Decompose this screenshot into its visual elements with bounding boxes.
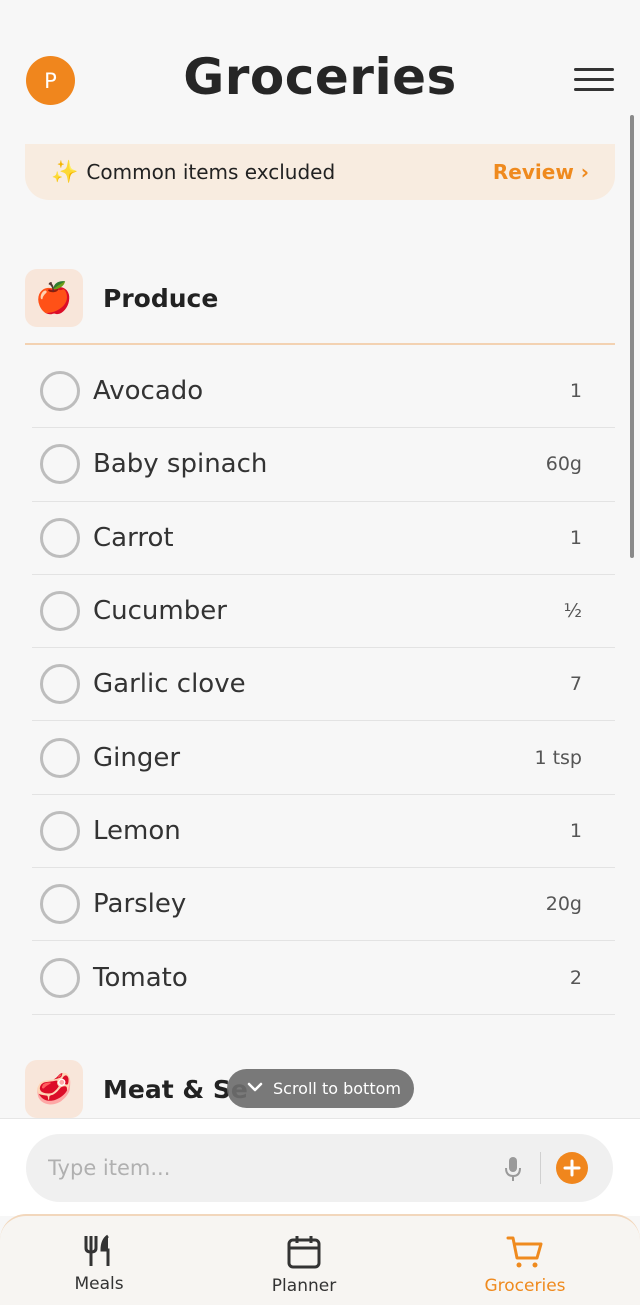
apple-icon: 🍎 xyxy=(25,269,83,327)
item-name: Avocado xyxy=(93,376,204,407)
list-item[interactable]: Parsley 20g xyxy=(32,868,615,942)
input-container xyxy=(26,1134,613,1202)
tab-groceries[interactable]: Groceries xyxy=(450,1234,600,1296)
checkbox[interactable] xyxy=(40,517,80,558)
list-item[interactable]: Cucumber ½ xyxy=(32,575,615,649)
item-quantity: 1 xyxy=(569,819,582,842)
checkbox[interactable] xyxy=(40,664,80,705)
checkbox[interactable] xyxy=(40,810,80,851)
add-item-button[interactable] xyxy=(556,1152,588,1184)
item-quantity: 60g xyxy=(545,453,582,476)
list-item[interactable]: Lemon 1 xyxy=(32,795,615,869)
microphone-icon[interactable] xyxy=(504,1155,522,1183)
item-quantity: 1 xyxy=(569,380,582,403)
toast-label: Scroll to bottom xyxy=(273,1079,401,1098)
item-quantity: 2 xyxy=(569,966,582,989)
calendar-icon xyxy=(229,1234,379,1270)
checkbox[interactable] xyxy=(40,884,80,925)
banner-text: Common items excluded xyxy=(86,160,336,184)
input-divider xyxy=(540,1152,541,1184)
category-divider xyxy=(25,343,615,345)
tab-label: Groceries xyxy=(484,1276,566,1296)
header: P Groceries xyxy=(0,0,640,140)
item-name: Tomato xyxy=(93,962,188,993)
category-label: Produce xyxy=(103,283,219,313)
item-input[interactable] xyxy=(48,1134,478,1202)
item-quantity: ½ xyxy=(563,600,582,623)
tab-label: Planner xyxy=(271,1276,337,1296)
item-name: Garlic clove xyxy=(93,669,246,700)
item-quantity: 20g xyxy=(545,893,582,916)
list-item[interactable]: Avocado 1 xyxy=(32,355,615,429)
add-item-bar xyxy=(0,1118,640,1216)
list-item[interactable]: Ginger 1 tsp xyxy=(32,721,615,795)
fork-knife-icon xyxy=(24,1234,174,1268)
list-item[interactable]: Garlic clove 7 xyxy=(32,648,615,722)
review-link[interactable]: Review › xyxy=(493,160,589,184)
chevron-down-icon xyxy=(247,1081,263,1097)
cart-icon xyxy=(450,1234,600,1270)
item-name: Parsley xyxy=(93,889,187,920)
item-quantity: 7 xyxy=(569,673,582,696)
scroll-to-bottom-button[interactable]: Scroll to bottom xyxy=(227,1069,414,1108)
menu-icon[interactable] xyxy=(574,66,614,94)
checkbox[interactable] xyxy=(40,591,80,632)
list-item[interactable]: Tomato 2 xyxy=(32,941,615,1015)
item-quantity: 1 xyxy=(569,526,582,549)
tab-planner[interactable]: Planner xyxy=(229,1234,379,1296)
tab-meals[interactable]: Meals xyxy=(24,1234,174,1294)
tab-label: Meals xyxy=(74,1274,124,1294)
checkbox[interactable] xyxy=(40,371,80,412)
list-item[interactable]: Carrot 1 xyxy=(32,502,615,575)
item-quantity: 1 tsp xyxy=(534,746,582,769)
item-name: Lemon xyxy=(93,815,181,846)
item-name: Baby spinach xyxy=(93,449,268,480)
excluded-items-banner[interactable]: ✨ Common items excluded Review › xyxy=(25,144,615,200)
sparkles-icon: ✨ xyxy=(51,159,79,185)
item-name: Ginger xyxy=(93,742,181,773)
grocery-list: Avocado 1 Baby spinach 60g Carrot 1 Cucu… xyxy=(32,355,615,1015)
checkbox[interactable] xyxy=(40,957,80,998)
checkbox[interactable] xyxy=(40,737,80,778)
bottom-tab-bar: Meals Planner Groceries xyxy=(0,1214,640,1305)
page-title: Groceries xyxy=(183,48,457,106)
list-item[interactable]: Baby spinach 60g xyxy=(32,428,615,502)
item-name: Cucumber xyxy=(93,596,227,627)
scrollbar[interactable] xyxy=(630,115,634,558)
checkbox[interactable] xyxy=(40,444,80,485)
meat-icon: 🥩 xyxy=(25,1060,83,1118)
category-header-produce[interactable]: 🍎 Produce xyxy=(25,268,615,328)
item-name: Carrot xyxy=(93,522,174,553)
